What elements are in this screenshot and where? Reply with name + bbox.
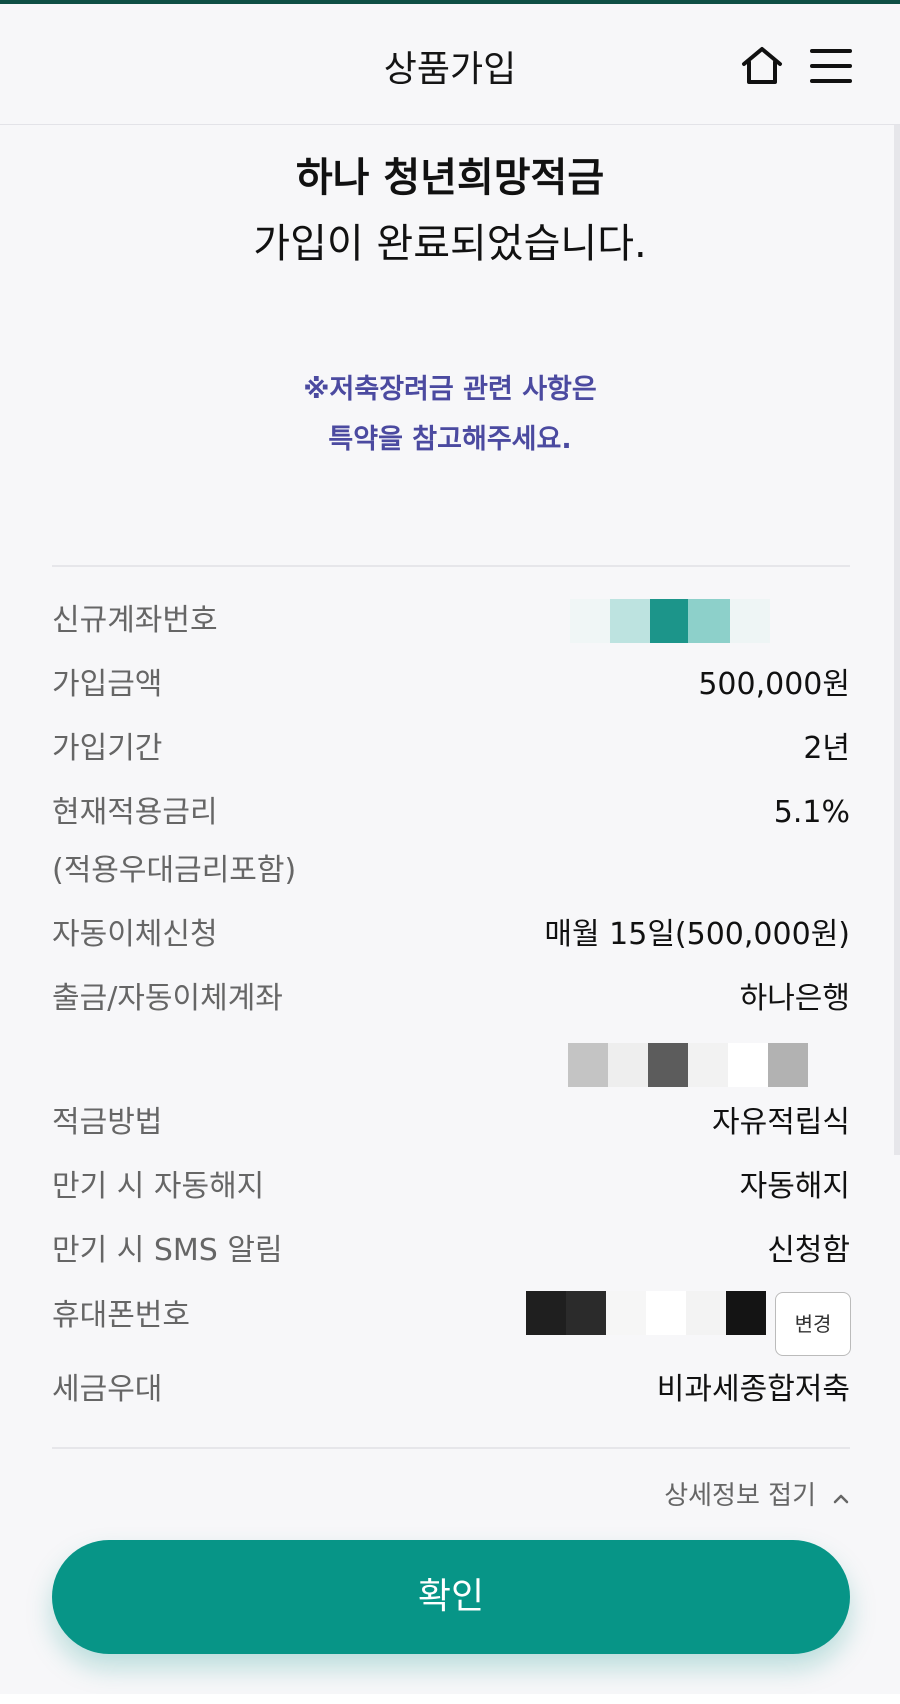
rate-label-sub: (적용우대금리포함) <box>52 853 297 888</box>
fold-details-button[interactable]: 상세정보 접기 <box>664 1475 850 1512</box>
period-label: 가입기간 <box>52 731 163 766</box>
rate-value: 5.1% <box>773 795 850 830</box>
menu-button[interactable] <box>808 44 854 88</box>
notice-line-2: 특약을 참고해주세요. <box>328 424 572 455</box>
tax-value: 비과세종합저축 <box>656 1372 850 1407</box>
home-icon <box>742 47 782 84</box>
confirm-button[interactable]: 확인 <box>52 1540 850 1654</box>
change-phone-button[interactable]: 변경 <box>775 1292 851 1356</box>
notice-text: ※저축장려금 관련 사항은 특약을 참고해주세요. <box>0 365 900 465</box>
auto-transfer-label: 자동이체신청 <box>52 917 218 952</box>
sms-label: 만기 시 SMS 알림 <box>52 1233 283 1268</box>
withdraw-bank: 하나은행 <box>739 981 850 1016</box>
app-header: 상품가입 <box>0 4 900 125</box>
rate-label: 현재적용금리 <box>52 795 218 830</box>
completion-message: 가입이 완료되었습니다. <box>253 221 647 267</box>
menu-icon <box>810 49 852 83</box>
method-label: 적금방법 <box>52 1105 163 1140</box>
auto-transfer-value: 매월 15일(500,000원) <box>544 917 850 952</box>
amount-value: 500,000원 <box>698 667 850 702</box>
notice-line-1: ※저축장려금 관련 사항은 <box>303 374 597 405</box>
completion-content: 하나 청년희망적금 가입이 완료되었습니다. ※저축장려금 관련 사항은 특약을… <box>0 125 900 1520</box>
amount-label: 가입금액 <box>52 667 163 702</box>
method-value: 자유적립식 <box>712 1105 850 1140</box>
fold-details-label: 상세정보 접기 <box>664 1481 816 1511</box>
home-button[interactable] <box>738 42 786 90</box>
withdraw-account-label: 출금/자동이체계좌 <box>52 981 283 1016</box>
product-name: 하나 청년희망적금 <box>295 155 605 201</box>
auto-termination-label: 만기 시 자동해지 <box>52 1169 265 1204</box>
phone-label: 휴대폰번호 <box>52 1298 190 1333</box>
details-divider-bottom <box>52 1447 850 1449</box>
bottom-bar <box>0 1694 900 1704</box>
period-value: 2년 <box>803 731 850 766</box>
new-account-label: 신규계좌번호 <box>52 603 218 638</box>
sms-value: 신청함 <box>767 1233 850 1268</box>
chevron-up-icon <box>832 1485 850 1503</box>
auto-termination-value: 자동해지 <box>739 1169 850 1204</box>
tax-label: 세금우대 <box>52 1372 163 1407</box>
details-divider-top <box>52 565 850 567</box>
